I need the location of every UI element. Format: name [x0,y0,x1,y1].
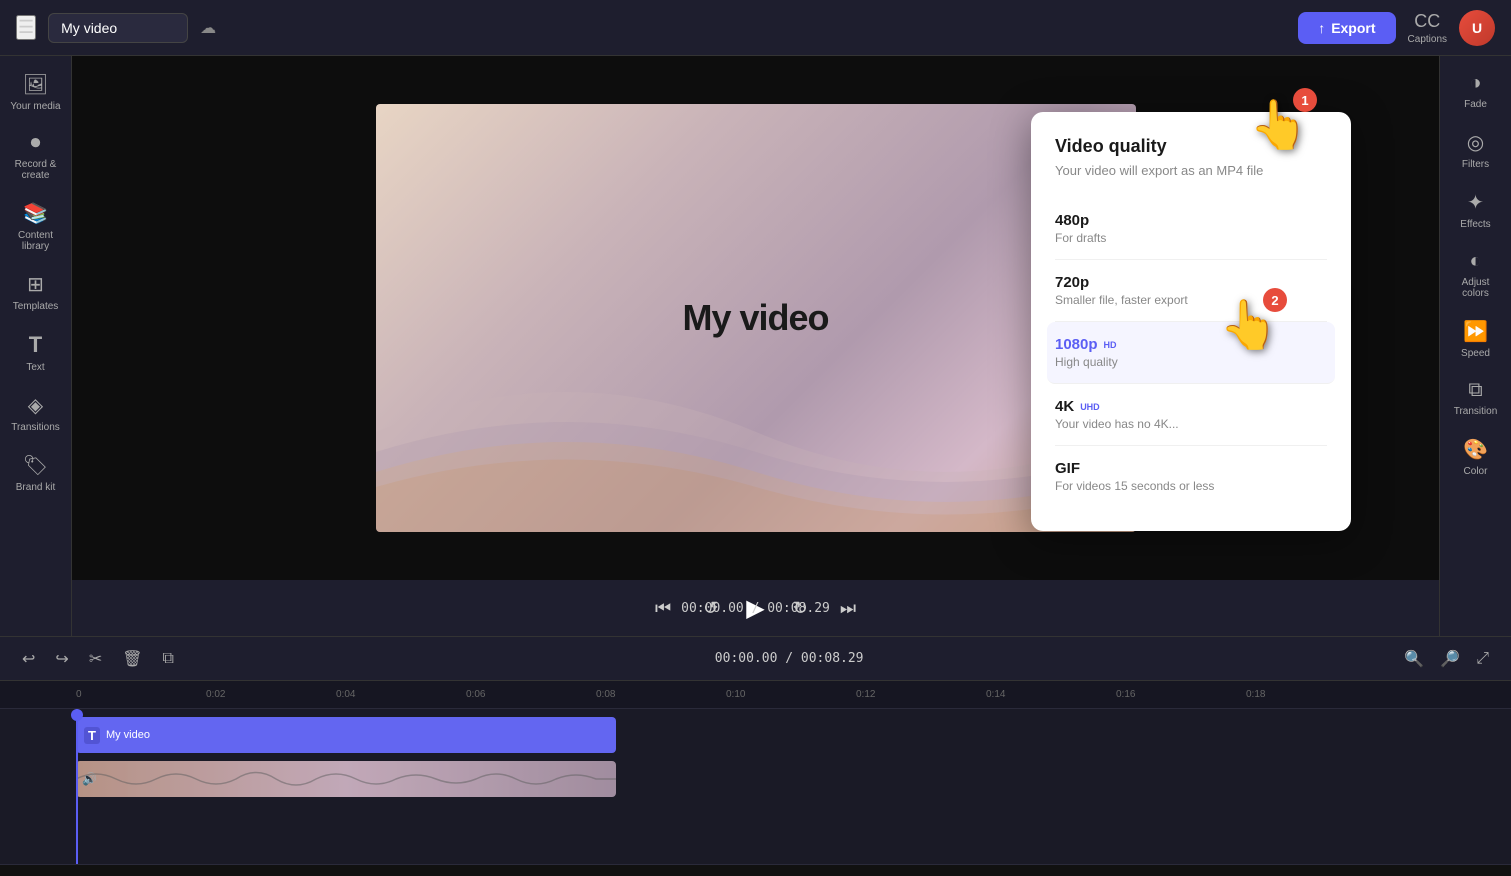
skip-forward-button[interactable]: ⏭ [836,594,860,623]
delete-button[interactable]: 🗑 [116,645,148,673]
zoom-out-button[interactable]: 🔍 [1398,645,1430,673]
sidebar-item-brand-kit[interactable]: 🏷 Brand kit [4,445,68,501]
fade-icon: ◑ [1469,72,1481,95]
audio-clip[interactable]: 🔊 [76,761,616,797]
video-preview: My video ⛶ Video quality Your video will… [72,56,1439,580]
export-arrow-icon: ↑ [1318,20,1325,36]
sidebar-item-speed[interactable]: ⏩ Speed [1444,311,1508,367]
topbar-right: ↑ Export CC Captions U [1298,10,1495,46]
main-area: 🖼 Your media ⏺ Record & create 📚 Content… [0,56,1511,636]
video-track-row: T My video [0,717,1511,757]
center-content: My video ⛶ Video quality Your video will… [72,56,1439,636]
audio-track-row: 🔊 [0,761,1511,801]
sidebar-item-fade[interactable]: ◑ Fade [1444,64,1508,118]
topbar: ☰ ☁ ↑ Export CC Captions U [0,0,1511,56]
video-frame: My video ⛶ [376,104,1136,532]
quality-option-480p[interactable]: 480p For drafts [1055,198,1327,260]
quality-option-4k[interactable]: 4K UHD Your video has no 4K... [1055,384,1327,446]
menu-button[interactable]: ☰ [16,15,36,40]
sidebar-item-transition[interactable]: ⧉ Transition [1444,371,1508,425]
ruler-mark-6: 0:12 [856,689,986,700]
quality-panel: Video quality Your video will export as … [1031,112,1351,531]
quality-option-gif[interactable]: GIF For videos 15 seconds or less [1055,446,1327,507]
templates-icon: ⊞ [27,272,44,297]
captions-icon: CC [1414,11,1440,32]
sidebar-item-templates[interactable]: ⊞ Templates [4,264,68,320]
zoom-controls: 🔍 🔎 ⤢ [1398,645,1495,673]
avatar[interactable]: U [1459,10,1495,46]
sidebar-item-color[interactable]: 🎨 Color [1444,429,1508,485]
undo-button[interactable]: ↩ [16,645,41,673]
captions-button[interactable]: CC Captions [1408,11,1447,45]
timeline-ruler: 0 0:02 0:04 0:06 0:08 0:10 0:12 0:14 0:1… [0,681,1511,709]
bottom-panel: ↩ ↪ ✂ 🗑 ⧉ 00:00.00 / 00:08.29 🔍 🔎 ⤢ 0 0:… [0,636,1511,876]
ruler-mark-2: 0:04 [336,689,466,700]
ruler-mark-7: 0:14 [986,689,1116,700]
track-content-audio: 🔊 [76,761,1511,801]
timeline-tracks: T My video 🔊 [0,709,1511,864]
transitions-icon: ◈ [28,393,43,418]
media-icon: 🖼 [23,72,48,97]
text-icon: T [29,332,42,358]
playhead-line [76,709,78,864]
transition-icon: ⧉ [1468,379,1482,402]
left-sidebar: 🖼 Your media ⏺ Record & create 📚 Content… [0,56,72,636]
audio-waveform: 🔊 [76,761,616,797]
timeline-scrollbar[interactable] [0,864,1511,876]
filters-icon: ◎ [1467,130,1484,155]
clip-type-icon: T [84,727,100,744]
duplicate-button[interactable]: ⧉ [157,646,180,672]
timeline-time: 00:00.00 / 00:08.29 [715,651,864,666]
ruler-mark-8: 0:16 [1116,689,1246,700]
ruler-mark-0: 0 [76,689,206,700]
sidebar-item-transitions[interactable]: ◈ Transitions [4,385,68,441]
record-icon: ⏺ [31,132,41,155]
cursor-badge-1: 1 [1293,88,1317,112]
sidebar-item-content-library[interactable]: 📚 Content library [4,193,68,260]
video-clip[interactable]: T My video [76,717,616,753]
video-title-input[interactable] [48,13,188,43]
sidebar-item-effects[interactable]: ✦ Effects [1444,182,1508,238]
export-button[interactable]: ↑ Export [1298,12,1395,44]
fit-view-button[interactable]: ⤢ [1470,646,1495,672]
quality-option-720p[interactable]: 720p Smaller file, faster export [1055,260,1327,322]
redo-button[interactable]: ↪ [49,645,74,673]
ruler-mark-3: 0:06 [466,689,596,700]
sidebar-item-adjust-colors[interactable]: ◐ Adjust colors [1444,242,1508,307]
brand-icon: 🏷 [23,453,48,478]
quality-option-1080p[interactable]: 1080p HD High quality [1047,322,1335,384]
cut-button[interactable]: ✂ [83,645,108,673]
sidebar-item-filters[interactable]: ◎ Filters [1444,122,1508,178]
ruler-mark-9: 0:18 [1246,689,1376,700]
library-icon: 📚 [23,201,48,226]
zoom-in-button[interactable]: 🔎 [1434,645,1466,673]
effects-icon: ✦ [1467,190,1484,215]
sidebar-item-record-create[interactable]: ⏺ Record & create [4,124,68,189]
playback-controls: ⏮ ↺ ▶ ↻ ⏭ 00:00.00 / 00:08.29 [72,580,1439,636]
speed-icon: ⏩ [1463,319,1488,344]
ruler-mark-1: 0:02 [206,689,336,700]
ruler-mark-4: 0:08 [596,689,726,700]
cloud-sync-icon: ☁ [200,18,216,38]
skip-back-button[interactable]: ⏮ [651,594,675,623]
ruler-mark-5: 0:10 [726,689,856,700]
color-icon: 🎨 [1463,437,1488,462]
time-display: 00:00.00 / 00:08.29 [681,601,830,616]
quality-panel-subtitle: Your video will export as an MP4 file [1055,163,1327,178]
timeline-toolbar: ↩ ↪ ✂ 🗑 ⧉ 00:00.00 / 00:08.29 🔍 🔎 ⤢ [0,637,1511,681]
track-content-video: T My video [76,717,1511,757]
ruler-marks: 0 0:02 0:04 0:06 0:08 0:10 0:12 0:14 0:1… [76,689,1511,700]
right-sidebar: ◑ Fade ◎ Filters ✦ Effects ◐ Adjust colo… [1439,56,1511,636]
sidebar-item-text[interactable]: T Text [4,324,68,381]
adjust-colors-icon: ◐ [1469,250,1481,273]
playhead-dot [71,709,83,721]
sidebar-item-your-media[interactable]: 🖼 Your media [4,64,68,120]
quality-panel-title: Video quality [1055,136,1327,157]
